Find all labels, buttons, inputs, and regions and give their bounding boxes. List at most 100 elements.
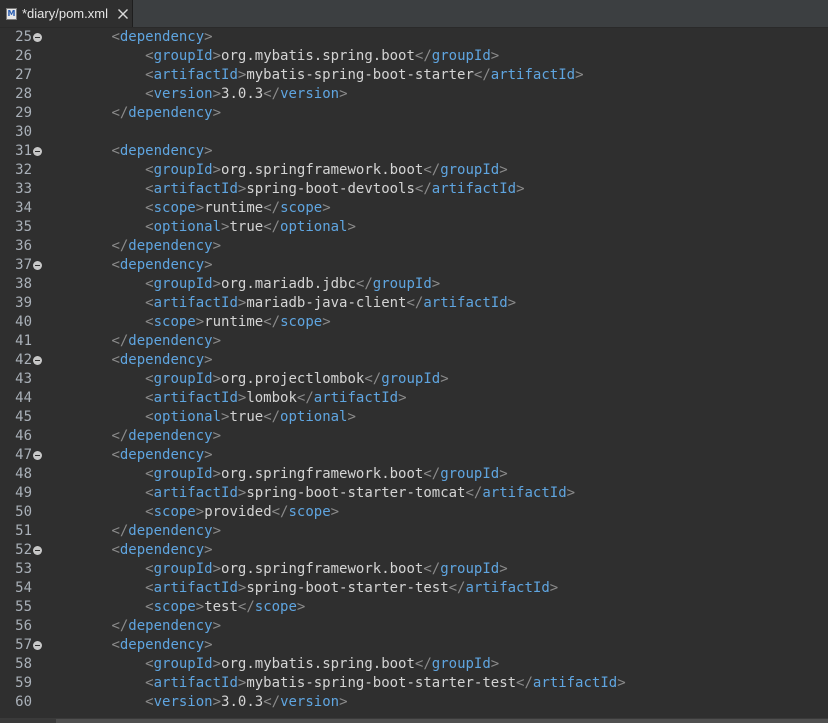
- fold-toggle-icon[interactable]: [33, 147, 42, 156]
- bracket: <: [145, 67, 154, 83]
- code-line[interactable]: 54 <artifactId>spring-boot-starter-test<…: [0, 579, 828, 598]
- bracket: <: [111, 637, 120, 653]
- line-number: 52: [15, 542, 32, 558]
- code-content: </dependency>: [44, 522, 221, 541]
- fold-toggle-icon[interactable]: [33, 451, 42, 460]
- code-line[interactable]: 25 <dependency>: [0, 28, 828, 47]
- bracket: </: [423, 162, 441, 178]
- bracket: >: [195, 200, 205, 216]
- code-line[interactable]: 29 </dependency>: [0, 104, 828, 123]
- bracket: <: [145, 48, 154, 64]
- xml-text: org.springframework.boot: [221, 162, 424, 178]
- code-line[interactable]: 43 <groupId>org.projectlombok</groupId>: [0, 370, 828, 389]
- code-line[interactable]: 51 </dependency>: [0, 522, 828, 541]
- bracket: >: [339, 694, 348, 710]
- code-line[interactable]: 47 <dependency>: [0, 446, 828, 465]
- code-content: <groupId>org.mariadb.jdbc</groupId>: [44, 275, 440, 294]
- fold-toggle-icon[interactable]: [33, 641, 42, 650]
- bracket: <: [145, 580, 154, 596]
- code-line[interactable]: 38 <groupId>org.mariadb.jdbc</groupId>: [0, 275, 828, 294]
- maven-file-icon: M: [6, 7, 17, 20]
- xml-tag: artifactId: [153, 675, 238, 691]
- fold-toggle-icon[interactable]: [33, 546, 42, 555]
- bracket: </: [271, 504, 289, 520]
- code-line[interactable]: 28 <version>3.0.3</version>: [0, 85, 828, 104]
- code-line[interactable]: 33 <artifactId>spring-boot-devtools</art…: [0, 180, 828, 199]
- code-line[interactable]: 26 <groupId>org.mybatis.spring.boot</gro…: [0, 47, 828, 66]
- xml-tag: scope: [280, 314, 323, 330]
- xml-text: org.mybatis.spring.boot: [221, 48, 415, 64]
- code-line[interactable]: 37 <dependency>: [0, 256, 828, 275]
- xml-text: spring-boot-devtools: [246, 181, 415, 197]
- fold-toggle-icon[interactable]: [33, 356, 42, 365]
- xml-tag: artifactId: [153, 181, 238, 197]
- bracket: <: [145, 675, 154, 691]
- code-line[interactable]: 49 <artifactId>spring-boot-starter-tomca…: [0, 484, 828, 503]
- code-line[interactable]: 46 </dependency>: [0, 427, 828, 446]
- code-line[interactable]: 59 <artifactId>mybatis-spring-boot-start…: [0, 674, 828, 693]
- xml-tag: artifactId: [153, 390, 238, 406]
- code-line[interactable]: 56 </dependency>: [0, 617, 828, 636]
- code-line[interactable]: 36 </dependency>: [0, 237, 828, 256]
- code-line[interactable]: 39 <artifactId>mariadb-java-client</arti…: [0, 294, 828, 313]
- code-line[interactable]: 27 <artifactId>mybatis-spring-boot-start…: [0, 66, 828, 85]
- code-line[interactable]: 57 <dependency>: [0, 636, 828, 655]
- code-content: <scope>runtime</scope>: [44, 199, 331, 218]
- bracket: </: [465, 485, 483, 501]
- xml-tag: artifactId: [532, 675, 618, 691]
- bracket: </: [263, 219, 281, 235]
- code-line[interactable]: 41 </dependency>: [0, 332, 828, 351]
- fold-toggle-icon[interactable]: [33, 261, 42, 270]
- horizontal-scrollbar[interactable]: [56, 719, 828, 723]
- code-line[interactable]: 50 <scope>provided</scope>: [0, 503, 828, 522]
- code-content: <groupId>org.springframework.boot</group…: [44, 161, 508, 180]
- fold-toggle-icon[interactable]: [33, 33, 42, 42]
- bracket: >: [507, 295, 517, 311]
- code-line[interactable]: 58 <groupId>org.mybatis.spring.boot</gro…: [0, 655, 828, 674]
- line-number: 26: [15, 48, 32, 64]
- bracket: </: [423, 561, 441, 577]
- line-number: 59: [15, 675, 32, 691]
- code-line[interactable]: 53 <groupId>org.springframework.boot</gr…: [0, 560, 828, 579]
- line-number: 34: [15, 200, 32, 216]
- xml-tag: groupId: [431, 656, 491, 672]
- code-line[interactable]: 55 <scope>test</scope>: [0, 598, 828, 617]
- close-icon[interactable]: [117, 8, 129, 20]
- code-line[interactable]: 31 <dependency>: [0, 142, 828, 161]
- code-line[interactable]: 52 <dependency>: [0, 541, 828, 560]
- code-content: <artifactId>mybatis-spring-boot-starter<…: [44, 66, 583, 85]
- code-content: <dependency>: [44, 541, 212, 560]
- tab-pom-xml[interactable]: M *diary/pom.xml: [0, 0, 133, 27]
- code-line[interactable]: 32 <groupId>org.springframework.boot</gr…: [0, 161, 828, 180]
- bracket: >: [499, 466, 508, 482]
- bracket: >: [212, 561, 222, 577]
- bracket: </: [414, 48, 432, 64]
- code-line[interactable]: 45 <optional>true</optional>: [0, 408, 828, 427]
- code-line[interactable]: 44 <artifactId>lombok</artifactId>: [0, 389, 828, 408]
- code-line[interactable]: 34 <scope>runtime</scope>: [0, 199, 828, 218]
- xml-text: org.projectlombok: [221, 371, 365, 387]
- xml-text: org.springframework.boot: [221, 466, 424, 482]
- bracket: >: [212, 238, 222, 254]
- xml-tag: groupId: [153, 656, 213, 672]
- code-line[interactable]: 40 <scope>runtime</scope>: [0, 313, 828, 332]
- line-number: 47: [15, 447, 32, 463]
- code-line[interactable]: 35 <optional>true</optional>: [0, 218, 828, 237]
- xml-tag: dependency: [119, 352, 205, 368]
- xml-text: test: [204, 599, 238, 615]
- bracket: >: [322, 314, 331, 330]
- code-line[interactable]: 30: [0, 123, 828, 142]
- bracket: >: [212, 618, 222, 634]
- bracket: >: [398, 390, 407, 406]
- bracket: </: [111, 333, 129, 349]
- bracket: </: [296, 390, 314, 406]
- xml-tag: artifactId: [490, 67, 576, 83]
- bracket: </: [263, 200, 281, 216]
- bracket: </: [263, 86, 281, 102]
- code-line[interactable]: 60 <version>3.0.3</version>: [0, 693, 828, 712]
- xml-editor[interactable]: 25 <dependency> 26 <groupId>org.mybatis.s…: [0, 28, 828, 718]
- code-line[interactable]: 42 <dependency>: [0, 351, 828, 370]
- bracket: >: [212, 656, 222, 672]
- bracket: </: [406, 295, 424, 311]
- code-line[interactable]: 48 <groupId>org.springframework.boot</gr…: [0, 465, 828, 484]
